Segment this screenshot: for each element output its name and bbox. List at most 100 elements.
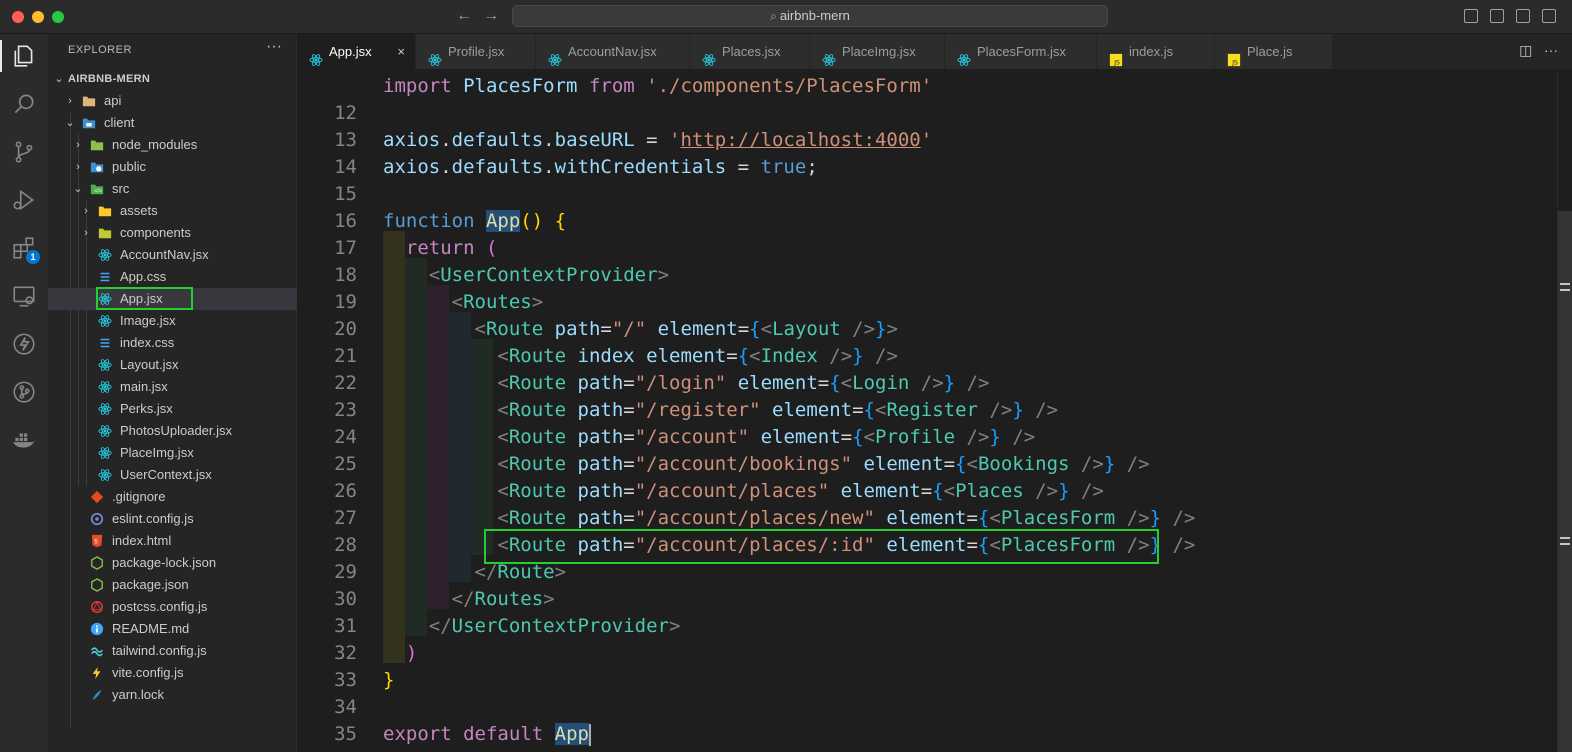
tree-item-file[interactable]: PlaceImg.jsx — [48, 442, 297, 464]
tree-item-folder[interactable]: › node_modules — [48, 134, 297, 156]
tree-item-label: PlaceImg.jsx — [120, 445, 194, 460]
remote-explorer-icon[interactable] — [0, 276, 48, 316]
code-token: "/account/places/new" — [634, 507, 875, 529]
source-control-icon[interactable] — [0, 132, 48, 172]
tree-item-file[interactable]: PhotosUploader.jsx — [48, 420, 297, 442]
code-token: Profile — [875, 426, 956, 448]
explorer-sidebar: EXPLORER ··· ⌄ AIRBNB-MERN › api ⌄ clien… — [48, 34, 297, 752]
code-line-17: 17 function App() { — [297, 208, 1557, 259]
code-token: element — [657, 318, 738, 340]
code-line-12: 12 import PlacesForm from './components/… — [297, 73, 1557, 124]
react-file-icon — [98, 468, 112, 482]
explorer-icon[interactable] — [0, 36, 48, 76]
code-token: element — [886, 507, 967, 529]
tab-label: index.js — [1129, 44, 1174, 59]
tree-item-file[interactable]: tailwind.config.js — [48, 640, 297, 662]
tree-item-folder[interactable]: › api — [48, 90, 297, 112]
javascript-file-icon: JS — [1109, 45, 1123, 66]
thunder-client-icon[interactable] — [0, 324, 48, 364]
html-file-icon: 5 — [90, 534, 104, 548]
tree-item-label: src — [112, 181, 130, 196]
extensions-icon[interactable]: 1 — [0, 228, 48, 268]
close-window-button[interactable] — [12, 11, 24, 23]
tree-item-file-selected[interactable]: App.jsx — [48, 288, 297, 310]
line-number: 36 — [297, 748, 357, 752]
tree-item-label: eslint.config.js — [112, 511, 194, 526]
tree-item-file[interactable]: yarn.lock — [48, 684, 297, 706]
code-token: withCredentials — [554, 156, 727, 178]
run-debug-icon[interactable] — [0, 180, 48, 220]
scrollbar-marker — [1560, 537, 1570, 539]
tree-item-file[interactable]: .gitignore — [48, 486, 297, 508]
tree-item-file[interactable]: vite.config.js — [48, 662, 297, 684]
zoom-window-button[interactable] — [52, 11, 64, 23]
code-url-link[interactable]: http://localhost:4000 — [680, 129, 920, 151]
tab-places-jsx[interactable]: Places.jsx — [690, 34, 810, 69]
customize-layout-icon[interactable] — [1542, 9, 1556, 23]
tab-place-js[interactable]: JS Place.js — [1215, 34, 1333, 69]
close-icon[interactable]: × — [397, 34, 405, 69]
arrow-left-icon[interactable]: ← — [456, 7, 472, 25]
tree-item-file[interactable]: Layout.jsx — [48, 354, 297, 376]
tree-item-file[interactable]: index.css — [48, 332, 297, 354]
tab-accountnav-jsx[interactable]: AccountNav.jsx — [536, 34, 690, 69]
tree-item-file[interactable]: package-lock.json — [48, 552, 297, 574]
code-token: export — [383, 723, 452, 745]
scrollbar-thumb[interactable] — [1558, 211, 1572, 752]
code-token: path — [577, 372, 624, 394]
toggle-primary-sidebar-icon[interactable] — [1464, 9, 1478, 23]
tab-profile-jsx[interactable]: Profile.jsx — [416, 34, 536, 69]
tree-item-folder[interactable]: › components — [48, 222, 297, 244]
tree-item-file[interactable]: postcss.config.js — [48, 596, 297, 618]
info-file-icon — [90, 622, 104, 636]
explorer-root-folder[interactable]: ⌄ AIRBNB-MERN — [48, 68, 297, 90]
search-icon[interactable] — [0, 84, 48, 124]
tree-item-folder[interactable]: ⌄ client — [48, 112, 297, 134]
tree-item-file[interactable]: package.json — [48, 574, 297, 596]
tree-item-file[interactable]: Perks.jsx — [48, 398, 297, 420]
tree-item-folder[interactable]: › public — [48, 156, 297, 178]
tree-item-label: index.html — [112, 533, 172, 548]
code-token: defaults — [451, 129, 544, 151]
toggle-secondary-sidebar-icon[interactable] — [1516, 9, 1530, 23]
docker-icon[interactable] — [0, 420, 48, 460]
command-center-search[interactable]: ⌕ airbnb-mern — [512, 5, 1108, 27]
tree-item-folder[interactable]: › assets — [48, 200, 297, 222]
code-token: Layout — [772, 318, 841, 340]
toggle-panel-icon[interactable] — [1490, 9, 1504, 23]
code-token: baseURL — [554, 129, 635, 151]
explorer-more-actions-icon[interactable]: ··· — [266, 38, 282, 56]
code-line-16: 16 — [297, 181, 1557, 232]
tab-label: AccountNav.jsx — [568, 44, 657, 59]
editor-scrollbar[interactable] — [1557, 69, 1572, 752]
tree-item-file[interactable]: README.md — [48, 618, 297, 640]
tree-item-file[interactable]: eslint.config.js — [48, 508, 297, 530]
minimize-window-button[interactable] — [32, 11, 44, 23]
code-token: default — [463, 723, 544, 745]
code-token: import — [383, 75, 452, 97]
tab-app-jsx[interactable]: App.jsx × — [297, 34, 416, 69]
code-token: './components/PlacesForm' — [646, 75, 933, 97]
code-line-31: 31 </Routes> — [297, 586, 1557, 637]
tree-item-file[interactable]: App.css — [48, 266, 297, 288]
tab-placesform-jsx[interactable]: PlacesForm.jsx — [945, 34, 1097, 69]
arrow-right-icon[interactable]: → — [483, 7, 499, 25]
git-graph-icon[interactable] — [0, 372, 48, 412]
tree-item-label: components — [120, 225, 191, 240]
code-token: UserContextProvider — [451, 615, 669, 637]
tree-item-file[interactable]: 5 index.html — [48, 530, 297, 552]
tree-item-file[interactable]: AccountNav.jsx — [48, 244, 297, 266]
code-token: Route — [508, 426, 567, 448]
code-editor[interactable]: 12 import PlacesForm from './components/… — [297, 69, 1572, 752]
split-editor-icon[interactable]: ◫ ··· — [1519, 42, 1558, 59]
search-text: airbnb-mern — [779, 8, 850, 23]
tree-item-folder[interactable]: ⌄ </> src — [48, 178, 297, 200]
tab-index-js[interactable]: JS index.js — [1097, 34, 1215, 69]
tab-placeimg-jsx[interactable]: PlaceImg.jsx — [810, 34, 945, 69]
nodejs-file-icon — [90, 556, 104, 570]
react-file-icon — [702, 45, 716, 66]
tree-item-file[interactable]: UserContext.jsx — [48, 464, 297, 486]
chevron-down-icon: ⌄ — [54, 73, 64, 85]
tree-item-file[interactable]: main.jsx — [48, 376, 297, 398]
tree-item-file[interactable]: Image.jsx — [48, 310, 297, 332]
